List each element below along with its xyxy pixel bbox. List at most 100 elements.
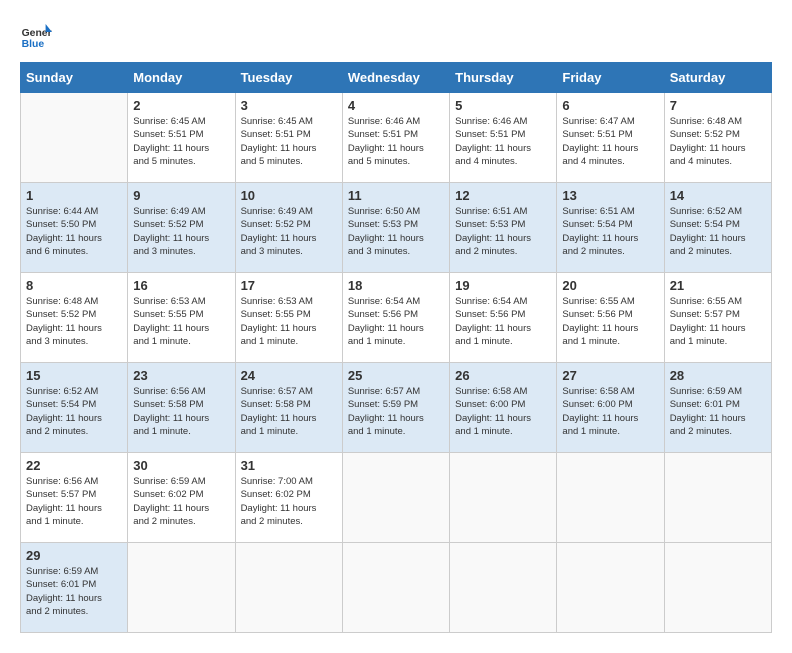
calendar-week-2: 8 Sunrise: 6:48 AMSunset: 5:52 PMDaylight… [21, 273, 772, 363]
calendar-cell: 28 Sunrise: 6:59 AMSunset: 6:01 PMDayligh… [664, 363, 771, 453]
day-of-week-friday: Friday [557, 63, 664, 93]
day-of-week-sunday: Sunday [21, 63, 128, 93]
day-number: 25 [348, 368, 444, 383]
day-number: 4 [348, 98, 444, 113]
day-number: 29 [26, 548, 122, 563]
day-number: 11 [348, 188, 444, 203]
day-number: 27 [562, 368, 658, 383]
day-number: 26 [455, 368, 551, 383]
day-info: Sunrise: 6:46 AMSunset: 5:51 PMDaylight:… [348, 115, 444, 168]
day-number: 7 [670, 98, 766, 113]
calendar-cell: 8 Sunrise: 6:48 AMSunset: 5:52 PMDaylight… [21, 273, 128, 363]
calendar-table: SundayMondayTuesdayWednesdayThursdayFrid… [20, 62, 772, 633]
calendar-cell [342, 543, 449, 633]
calendar-cell: 16Sunrise: 6:53 AMSunset: 5:55 PMDayligh… [128, 273, 235, 363]
day-number: 31 [241, 458, 337, 473]
day-info: Sunrise: 6:55 AMSunset: 5:57 PMDaylight:… [670, 295, 766, 348]
day-number: 12 [455, 188, 551, 203]
calendar-cell: 12Sunrise: 6:51 AMSunset: 5:53 PMDayligh… [450, 183, 557, 273]
calendar-cell: 15Sunrise: 6:52 AMSunset: 5:54 PMDayligh… [21, 363, 128, 453]
day-of-week-saturday: Saturday [664, 63, 771, 93]
calendar-cell [342, 453, 449, 543]
calendar-cell [450, 543, 557, 633]
day-number: 1 [26, 188, 122, 203]
day-info: Sunrise: 6:56 AMSunset: 5:58 PMDaylight:… [133, 385, 229, 438]
day-number: 5 [455, 98, 551, 113]
day-info: Sunrise: 6:59 AMSunset: 6:01 PMDaylight:… [26, 565, 122, 618]
calendar-cell [557, 453, 664, 543]
calendar-cell: 5Sunrise: 6:46 AMSunset: 5:51 PMDaylight… [450, 93, 557, 183]
calendar-cell: 4 Sunrise: 6:46 AMSunset: 5:51 PMDaylight… [342, 93, 449, 183]
day-info: Sunrise: 6:47 AMSunset: 5:51 PMDaylight:… [562, 115, 658, 168]
calendar-cell: 1Sunrise: 6:44 AMSunset: 5:50 PMDaylight… [21, 183, 128, 273]
logo: General Blue [20, 20, 52, 52]
day-of-week-tuesday: Tuesday [235, 63, 342, 93]
calendar-cell: 31 Sunrise: 7:00 AMSunset: 6:02 PMDayligh… [235, 453, 342, 543]
day-info: Sunrise: 6:51 AMSunset: 5:54 PMDaylight:… [562, 205, 658, 258]
calendar-week-5: 29 Sunrise: 6:59 AMSunset: 6:01 PMDayligh… [21, 543, 772, 633]
calendar-cell: 9 Sunrise: 6:49 AMSunset: 5:52 PMDaylight… [128, 183, 235, 273]
calendar-cell: 22 Sunrise: 6:56 AMSunset: 5:57 PMDayligh… [21, 453, 128, 543]
day-info: Sunrise: 6:52 AMSunset: 5:54 PMDaylight:… [26, 385, 122, 438]
calendar-cell: 6Sunrise: 6:47 AMSunset: 5:51 PMDaylight… [557, 93, 664, 183]
day-number: 21 [670, 278, 766, 293]
calendar-cell: 23 Sunrise: 6:56 AMSunset: 5:58 PMDayligh… [128, 363, 235, 453]
calendar-week-3: 15Sunrise: 6:52 AMSunset: 5:54 PMDayligh… [21, 363, 772, 453]
day-number: 20 [562, 278, 658, 293]
calendar-cell: 24 Sunrise: 6:57 AMSunset: 5:58 PMDayligh… [235, 363, 342, 453]
calendar-cell: 7 Sunrise: 6:48 AMSunset: 5:52 PMDaylight… [664, 93, 771, 183]
day-info: Sunrise: 6:49 AMSunset: 5:52 PMDaylight:… [241, 205, 337, 258]
calendar-cell: 26Sunrise: 6:58 AMSunset: 6:00 PMDayligh… [450, 363, 557, 453]
calendar-cell: 19Sunrise: 6:54 AMSunset: 5:56 PMDayligh… [450, 273, 557, 363]
day-number: 28 [670, 368, 766, 383]
calendar-cell [450, 453, 557, 543]
day-info: Sunrise: 6:53 AMSunset: 5:55 PMDaylight:… [133, 295, 229, 348]
calendar-cell: 17Sunrise: 6:53 AMSunset: 5:55 PMDayligh… [235, 273, 342, 363]
day-number: 22 [26, 458, 122, 473]
day-info: Sunrise: 7:00 AMSunset: 6:02 PMDaylight:… [241, 475, 337, 528]
calendar-cell [664, 543, 771, 633]
calendar-week-0: 2 Sunrise: 6:45 AMSunset: 5:51 PMDaylight… [21, 93, 772, 183]
day-info: Sunrise: 6:56 AMSunset: 5:57 PMDaylight:… [26, 475, 122, 528]
day-number: 18 [348, 278, 444, 293]
calendar-cell: 10 Sunrise: 6:49 AMSunset: 5:52 PMDayligh… [235, 183, 342, 273]
day-of-week-wednesday: Wednesday [342, 63, 449, 93]
day-info: Sunrise: 6:59 AMSunset: 6:01 PMDaylight:… [670, 385, 766, 438]
calendar-cell: 21 Sunrise: 6:55 AMSunset: 5:57 PMDayligh… [664, 273, 771, 363]
day-number: 8 [26, 278, 122, 293]
calendar-cell: 29 Sunrise: 6:59 AMSunset: 6:01 PMDayligh… [21, 543, 128, 633]
day-info: Sunrise: 6:59 AMSunset: 6:02 PMDaylight:… [133, 475, 229, 528]
day-info: Sunrise: 6:54 AMSunset: 5:56 PMDaylight:… [455, 295, 551, 348]
calendar-cell: 2 Sunrise: 6:45 AMSunset: 5:51 PMDaylight… [128, 93, 235, 183]
day-info: Sunrise: 6:58 AMSunset: 6:00 PMDaylight:… [562, 385, 658, 438]
calendar-cell: 27 Sunrise: 6:58 AMSunset: 6:00 PMDayligh… [557, 363, 664, 453]
day-info: Sunrise: 6:53 AMSunset: 5:55 PMDaylight:… [241, 295, 337, 348]
day-number: 14 [670, 188, 766, 203]
day-number: 24 [241, 368, 337, 383]
day-info: Sunrise: 6:55 AMSunset: 5:56 PMDaylight:… [562, 295, 658, 348]
day-of-week-monday: Monday [128, 63, 235, 93]
calendar-cell [557, 543, 664, 633]
day-info: Sunrise: 6:48 AMSunset: 5:52 PMDaylight:… [26, 295, 122, 348]
page-header: General Blue [20, 20, 772, 52]
calendar-cell [235, 543, 342, 633]
day-number: 23 [133, 368, 229, 383]
day-info: Sunrise: 6:50 AMSunset: 5:53 PMDaylight:… [348, 205, 444, 258]
calendar-cell: 30 Sunrise: 6:59 AMSunset: 6:02 PMDayligh… [128, 453, 235, 543]
calendar-cell [21, 93, 128, 183]
calendar-cell: 18 Sunrise: 6:54 AMSunset: 5:56 PMDayligh… [342, 273, 449, 363]
calendar-cell: 14Sunrise: 6:52 AMSunset: 5:54 PMDayligh… [664, 183, 771, 273]
day-info: Sunrise: 6:45 AMSunset: 5:51 PMDaylight:… [133, 115, 229, 168]
day-number: 10 [241, 188, 337, 203]
day-info: Sunrise: 6:48 AMSunset: 5:52 PMDaylight:… [670, 115, 766, 168]
day-number: 9 [133, 188, 229, 203]
day-info: Sunrise: 6:49 AMSunset: 5:52 PMDaylight:… [133, 205, 229, 258]
calendar-header-row: SundayMondayTuesdayWednesdayThursdayFrid… [21, 63, 772, 93]
day-info: Sunrise: 6:54 AMSunset: 5:56 PMDaylight:… [348, 295, 444, 348]
calendar-cell: 13 Sunrise: 6:51 AMSunset: 5:54 PMDayligh… [557, 183, 664, 273]
day-number: 13 [562, 188, 658, 203]
calendar-week-4: 22 Sunrise: 6:56 AMSunset: 5:57 PMDayligh… [21, 453, 772, 543]
day-number: 30 [133, 458, 229, 473]
day-info: Sunrise: 6:57 AMSunset: 5:58 PMDaylight:… [241, 385, 337, 438]
day-number: 2 [133, 98, 229, 113]
